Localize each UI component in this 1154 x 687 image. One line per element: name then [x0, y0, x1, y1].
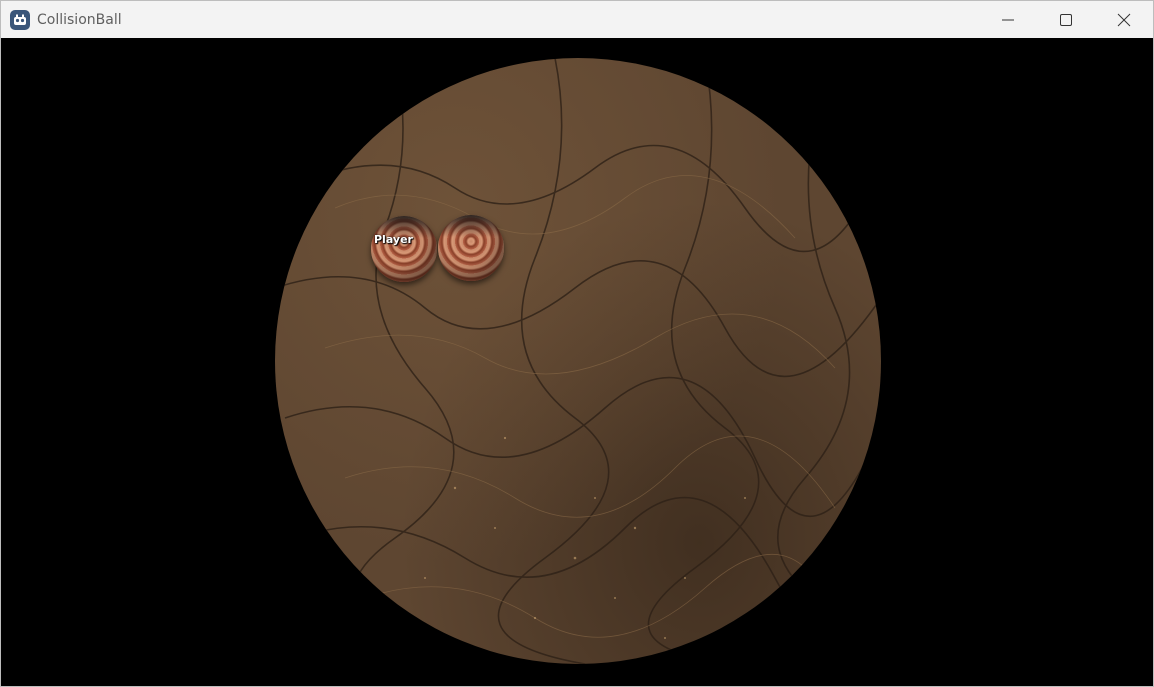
minimize-button[interactable]	[979, 1, 1037, 38]
maximize-icon	[1060, 13, 1072, 26]
enemy-ball[interactable]	[438, 215, 504, 281]
game-viewport[interactable]: Player	[1, 38, 1153, 686]
title-bar[interactable]: CollisionBall	[1, 1, 1153, 38]
close-button[interactable]	[1095, 1, 1153, 38]
circular-dirt-arena	[275, 58, 881, 664]
godot-app-icon	[10, 9, 30, 30]
window-controls	[979, 1, 1153, 38]
close-icon	[1117, 13, 1131, 26]
dirt-texture	[275, 58, 881, 664]
window-title: CollisionBall	[37, 11, 122, 28]
app-window: CollisionBall Player	[0, 0, 1154, 687]
player-label: Player	[374, 233, 413, 246]
player-ball[interactable]	[371, 216, 437, 282]
minimize-icon	[1002, 19, 1014, 20]
maximize-button[interactable]	[1037, 1, 1095, 38]
